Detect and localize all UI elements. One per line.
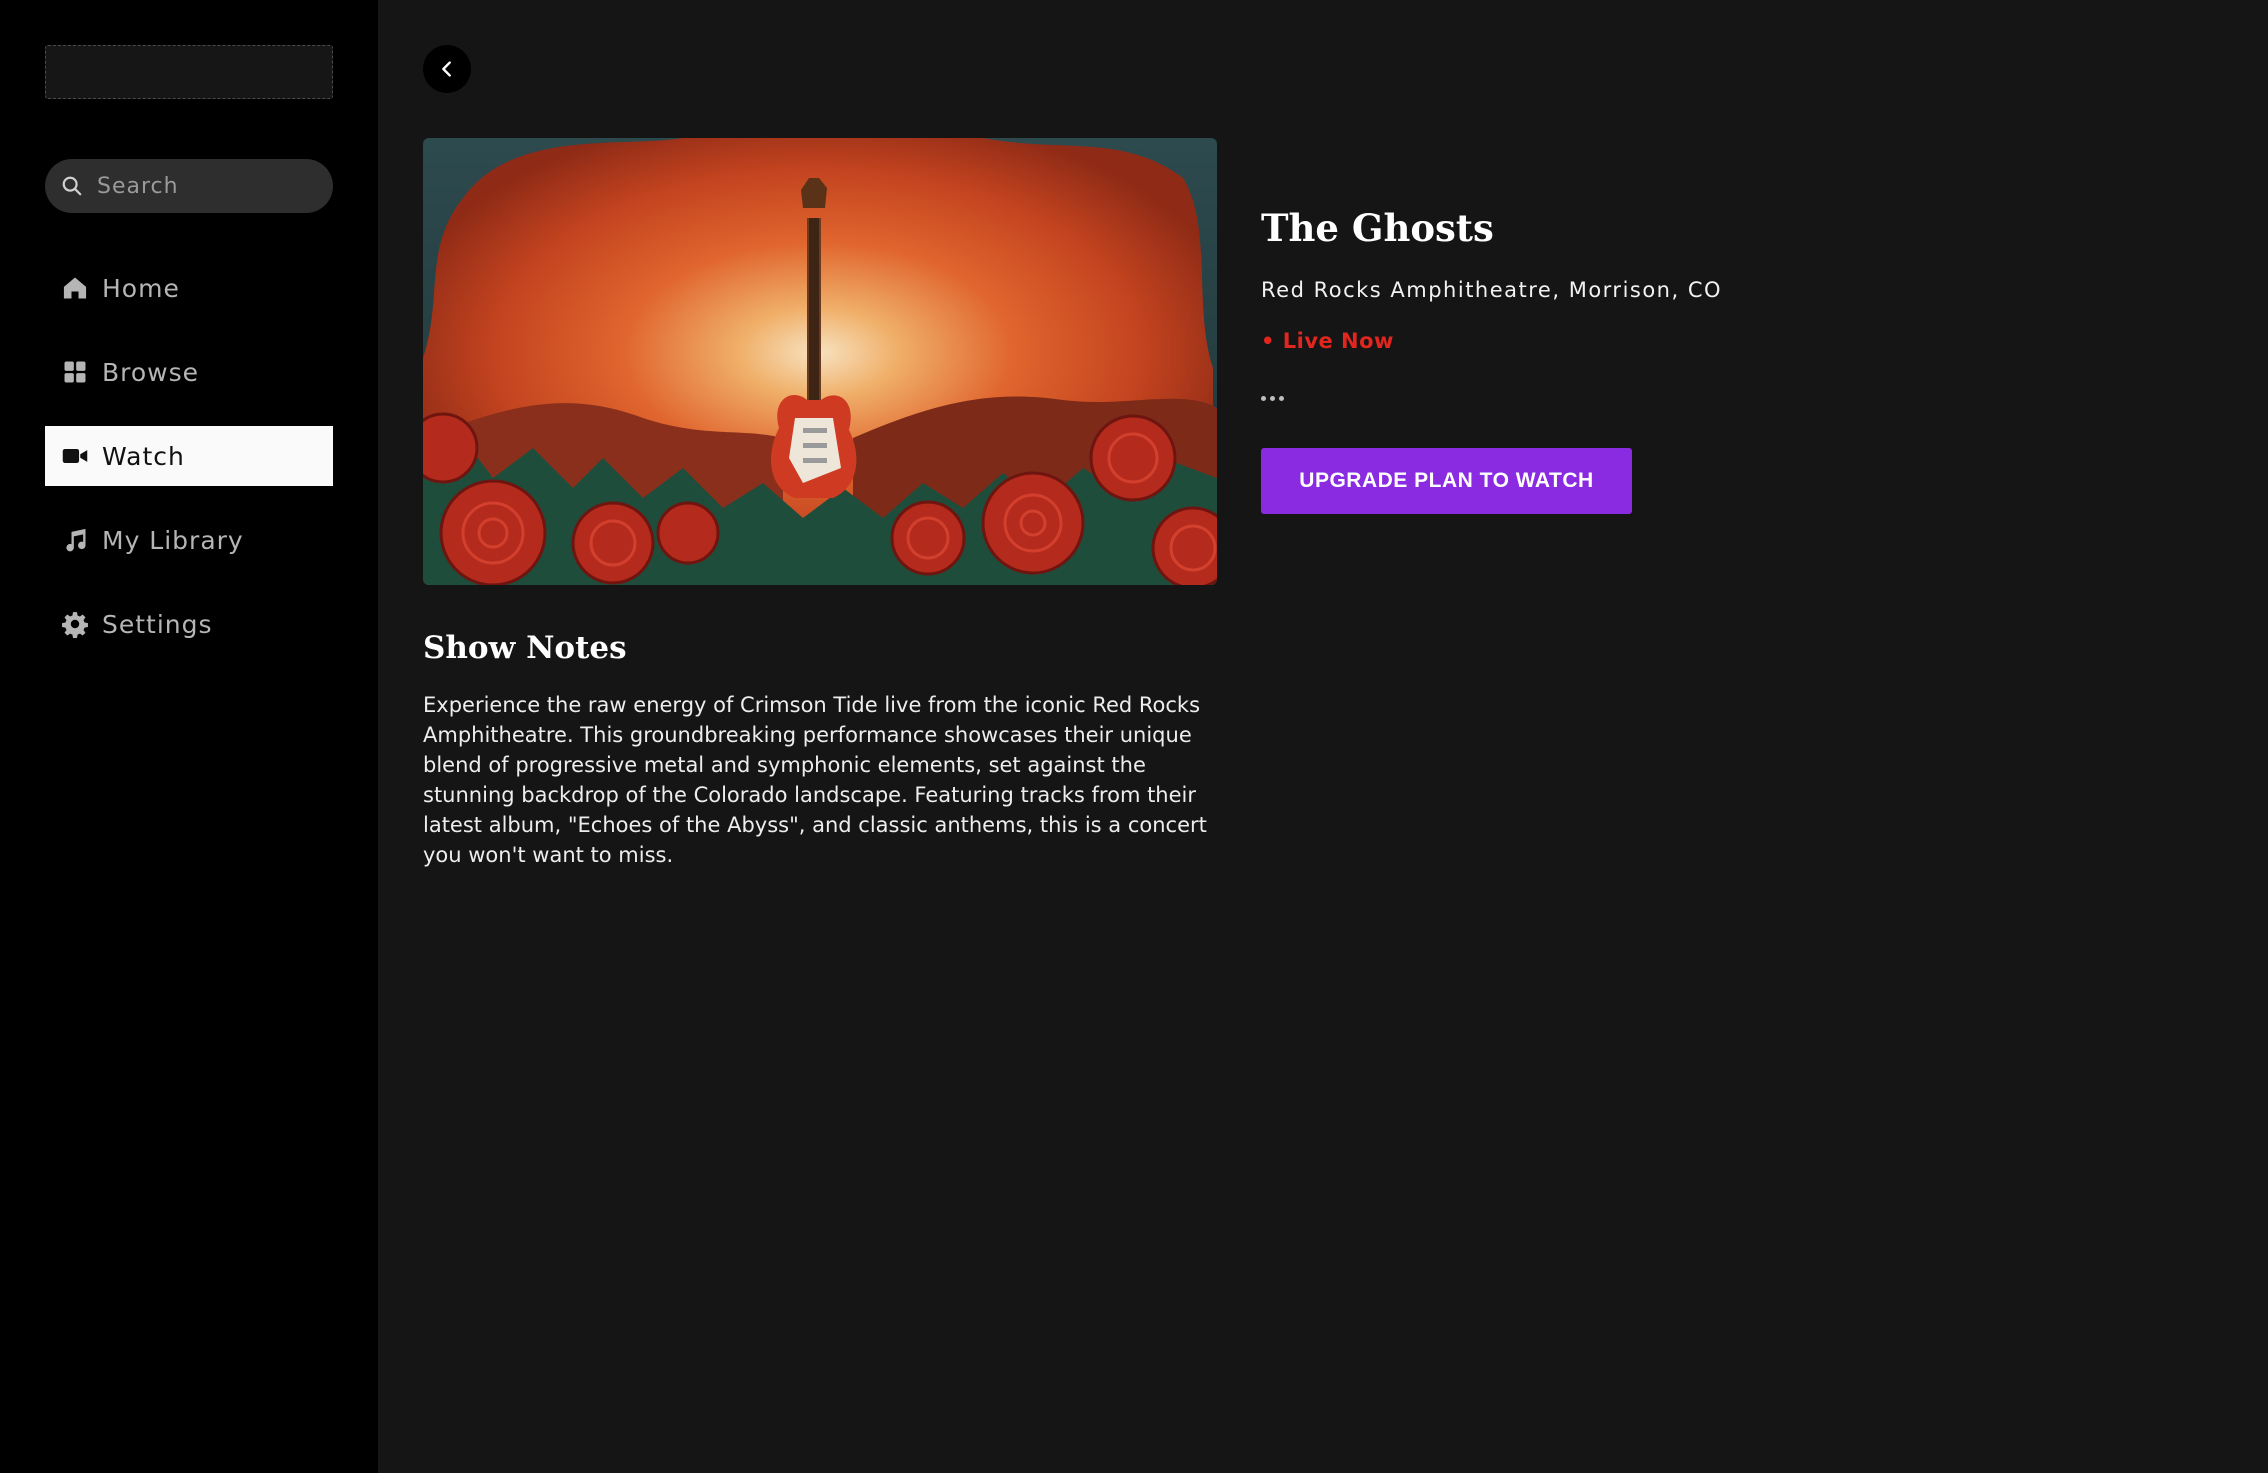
upgrade-plan-button[interactable]: UPGRADE PLAN TO WATCH [1261, 448, 1632, 514]
sidebar-item-my-library[interactable]: My Library [45, 510, 333, 570]
logo-placeholder [45, 45, 333, 99]
sidebar-item-settings[interactable]: Settings [45, 594, 333, 654]
more-horizontal-icon [1261, 395, 1266, 401]
grid-icon [60, 357, 90, 387]
gear-icon [60, 609, 90, 639]
search-icon [62, 176, 82, 196]
event-title: The Ghosts [1261, 206, 1494, 250]
sidebar-item-browse[interactable]: Browse [45, 342, 333, 402]
home-icon [60, 273, 90, 303]
more-options-button[interactable] [1261, 386, 1291, 410]
app-root: Home Browse Watch My Library [0, 0, 2268, 1473]
music-note-icon [60, 525, 90, 555]
sidebar-item-label: My Library [102, 525, 244, 555]
sidebar-item-label: Home [102, 273, 180, 303]
sidebar-item-watch[interactable]: Watch [45, 426, 333, 486]
chevron-left-icon [442, 61, 451, 77]
more-horizontal-icon [1270, 395, 1275, 401]
sidebar-item-label: Browse [102, 357, 200, 387]
sidebar-item-label: Watch [102, 441, 185, 471]
event-venue: Red Rocks Amphitheatre, Morrison, CO [1261, 278, 1723, 302]
search-bar[interactable] [45, 159, 333, 213]
event-artwork [423, 138, 1217, 585]
back-button[interactable] [423, 45, 471, 93]
sidebar: Home Browse Watch My Library [0, 0, 378, 1473]
show-notes-body: Experience the raw energy of Crimson Tid… [423, 693, 1207, 867]
search-input[interactable] [97, 173, 317, 199]
sidebar-nav: Home Browse Watch My Library Settings [45, 258, 333, 678]
more-horizontal-icon [1279, 395, 1284, 401]
show-notes-heading: Show Notes [423, 630, 627, 666]
video-camera-icon [60, 441, 90, 471]
sidebar-item-label: Settings [102, 609, 213, 639]
live-status-badge: • Live Now [1261, 329, 1394, 353]
sidebar-item-home[interactable]: Home [45, 258, 333, 318]
